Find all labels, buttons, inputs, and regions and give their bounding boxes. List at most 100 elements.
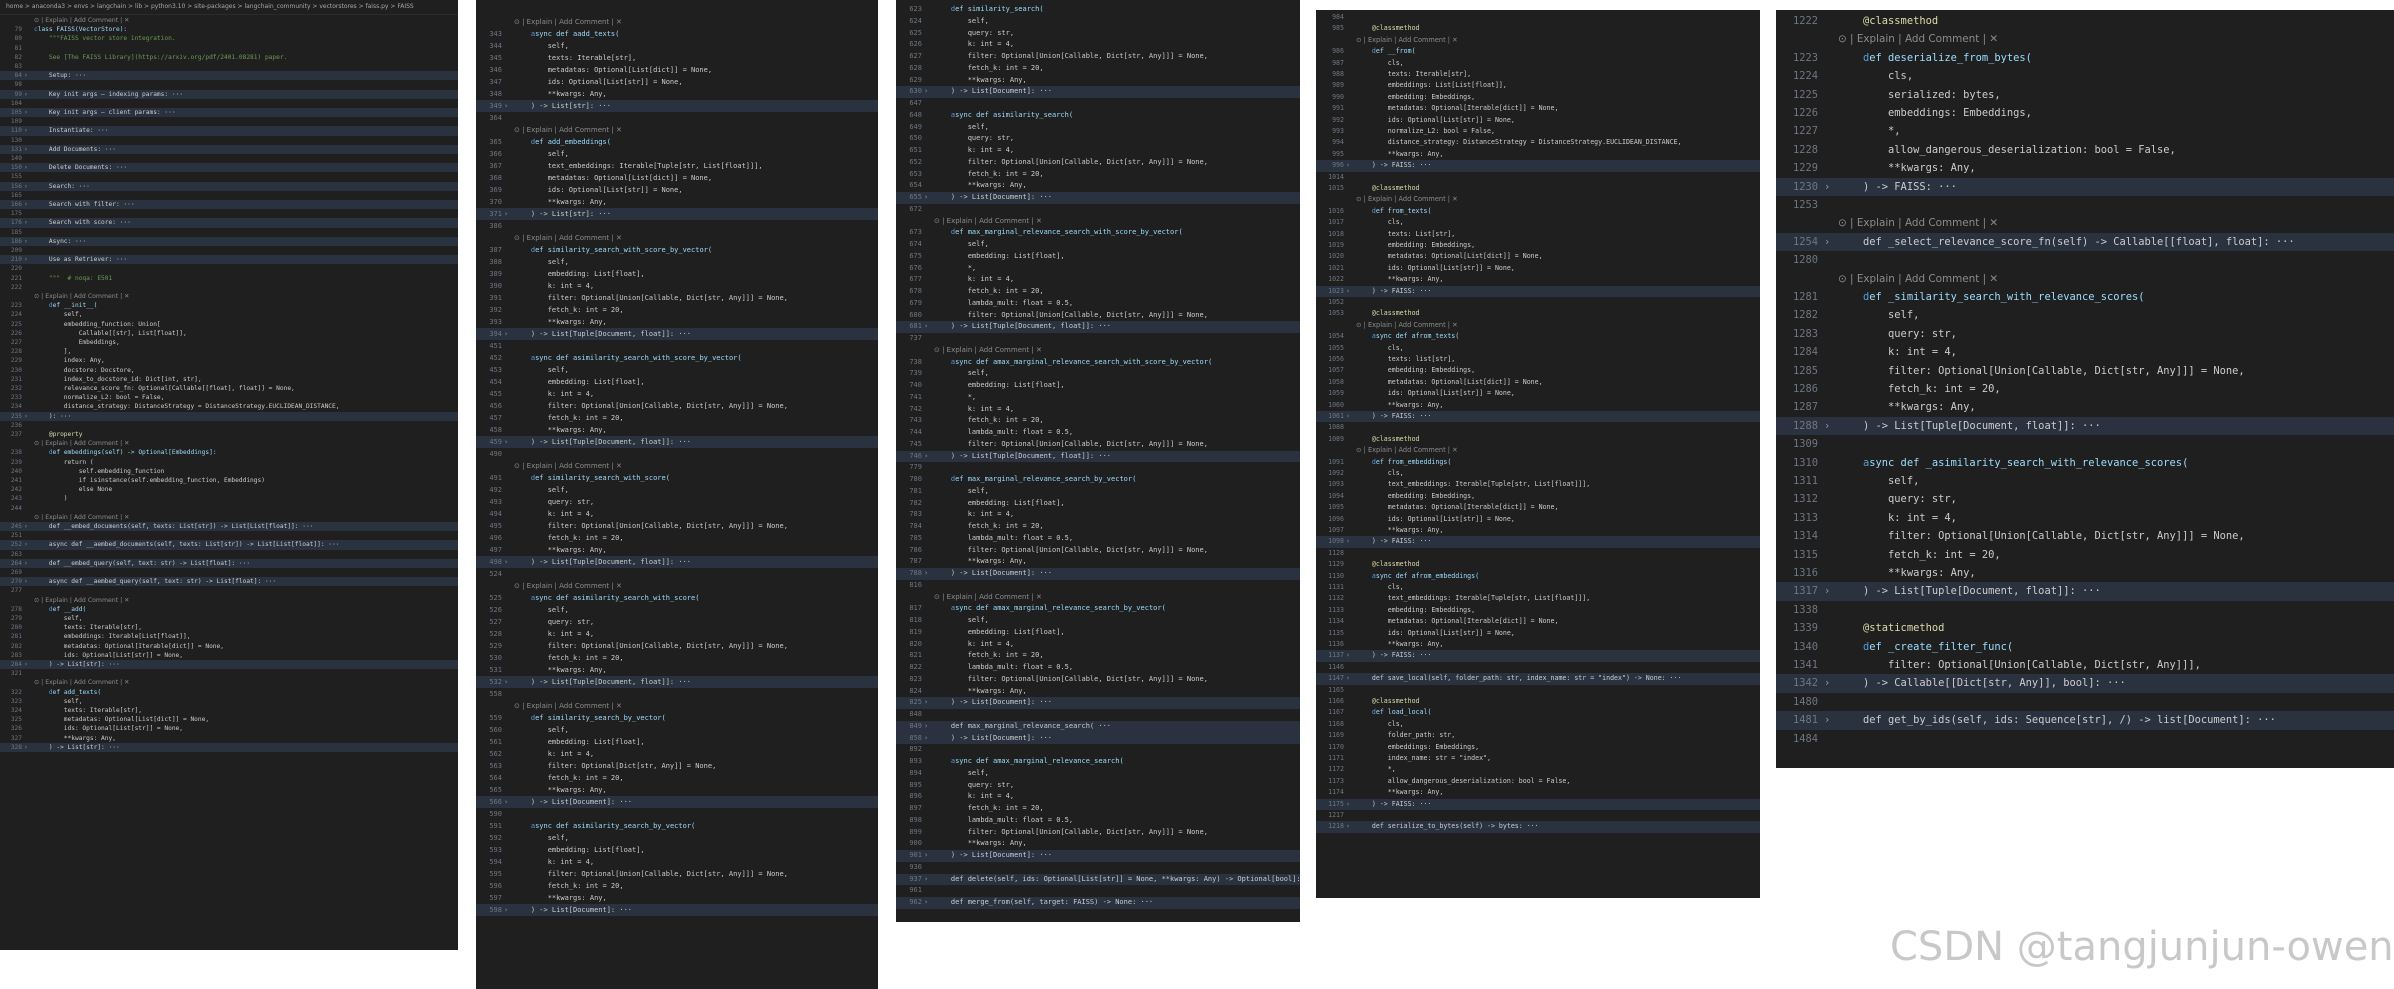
- chevron-right-icon[interactable]: ›: [24, 577, 28, 586]
- folded-code-line[interactable]: 655 › ) -> List[Document]: ···: [896, 192, 1300, 204]
- chevron-right-icon[interactable]: ›: [24, 559, 28, 568]
- codelens-actions[interactable]: ⊙ | Explain | Add Comment | ✕: [896, 216, 1300, 228]
- codelens-actions[interactable]: ⊙ | Explain | Add Comment | ✕: [1776, 270, 2394, 288]
- chevron-right-icon[interactable]: ›: [924, 897, 928, 909]
- chevron-right-icon[interactable]: ›: [504, 100, 508, 112]
- chevron-right-icon[interactable]: ›: [924, 697, 928, 709]
- chevron-right-icon[interactable]: ›: [24, 255, 28, 264]
- chevron-right-icon[interactable]: ›: [504, 796, 508, 808]
- chevron-right-icon[interactable]: ›: [924, 721, 928, 733]
- codelens-actions[interactable]: ⊙ | Explain | Add Comment | ✕: [0, 513, 458, 522]
- folded-code-line[interactable]: 252 › async def __aembed_documents(self, …: [0, 540, 458, 550]
- codelens-actions[interactable]: ⊙ | Explain | Add Comment | ✕: [1316, 445, 1760, 456]
- folded-code-line[interactable]: 349 › ) -> List[str]: ···: [476, 100, 878, 112]
- folded-code-line[interactable]: 210 › Use as Retriever: ···: [0, 255, 458, 265]
- chevron-right-icon[interactable]: ›: [924, 86, 928, 98]
- codelens-actions[interactable]: ⊙ | Explain | Add Comment | ✕: [0, 292, 458, 301]
- folded-code-line[interactable]: 156 › Search: ···: [0, 181, 458, 191]
- codelens-actions[interactable]: ⊙ | Explain | Add Comment | ✕: [1316, 35, 1760, 46]
- chevron-right-icon[interactable]: ›: [24, 145, 28, 154]
- codelens-actions[interactable]: ⊙ | Explain | Add Comment | ✕: [476, 460, 878, 472]
- folded-code-line[interactable]: 825 › ) -> List[Document]: ···: [896, 697, 1300, 709]
- folded-code-line[interactable]: 630 › ) -> List[Document]: ···: [896, 86, 1300, 98]
- chevron-right-icon[interactable]: ›: [24, 660, 28, 669]
- folded-code-line[interactable]: 1254 › def _select_relevance_score_fn(sel…: [1776, 232, 2394, 252]
- chevron-right-icon[interactable]: ›: [24, 237, 28, 246]
- folded-code-line[interactable]: 962 › def merge_from(self, target: FAISS)…: [896, 897, 1300, 909]
- codelens-actions[interactable]: ⊙ | Explain | Add Comment | ✕: [476, 124, 878, 136]
- codelens-actions[interactable]: ⊙ | Explain | Add Comment | ✕: [476, 700, 878, 712]
- chevron-right-icon[interactable]: ›: [24, 182, 28, 191]
- folded-code-line[interactable]: 681 › ) -> List[Tuple[Document, float]]: …: [896, 321, 1300, 333]
- folded-code-line[interactable]: 1481 › def get_by_ids(self, ids: Sequence…: [1776, 711, 2394, 730]
- folded-code-line[interactable]: 532 › ) -> List[Tuple[Document, float]]: …: [476, 676, 878, 688]
- folded-code-line[interactable]: 270 › async def __aembed_query(self, text…: [0, 577, 458, 587]
- folded-code-line[interactable]: 394 › ) -> List[Tuple[Document, float]]: …: [476, 328, 878, 340]
- folded-code-line[interactable]: 1175 › ) -> FAISS: ···: [1316, 798, 1760, 810]
- chevron-right-icon[interactable]: ›: [24, 108, 28, 117]
- folded-code-line[interactable]: 264 › def __embed_query(self, text: str) …: [0, 558, 458, 568]
- chevron-right-icon[interactable]: ›: [24, 71, 28, 80]
- codelens-actions[interactable]: ⊙ | Explain | Add Comment | ✕: [896, 592, 1300, 604]
- folded-code-line[interactable]: 84 › Setup: ···: [0, 71, 458, 81]
- folded-code-line[interactable]: 498 › ) -> List[Tuple[Document, float]]: …: [476, 556, 878, 568]
- chevron-right-icon[interactable]: ›: [504, 904, 508, 916]
- codelens-actions[interactable]: ⊙ | Explain | Add Comment | ✕: [0, 678, 458, 687]
- folded-code-line[interactable]: 1061 › ) -> FAISS: ···: [1316, 411, 1760, 423]
- chevron-right-icon[interactable]: ›: [1346, 536, 1350, 547]
- folded-code-line[interactable]: 1218 › def serialize_to_bytes(self) -> by…: [1316, 821, 1760, 833]
- codelens-actions[interactable]: ⊙ | Explain | Add Comment | ✕: [1316, 194, 1760, 205]
- codelens-actions[interactable]: ⊙ | Explain | Add Comment | ✕: [0, 439, 458, 448]
- chevron-right-icon[interactable]: ›: [924, 568, 928, 580]
- folded-code-line[interactable]: 110 › Instantiate: ···: [0, 126, 458, 136]
- chevron-right-icon[interactable]: ›: [924, 850, 928, 862]
- folded-code-line[interactable]: 131 › Add Documents: ···: [0, 144, 458, 154]
- chevron-right-icon[interactable]: ›: [1346, 673, 1350, 684]
- chevron-right-icon[interactable]: ›: [24, 743, 28, 752]
- folded-code-line[interactable]: 150 › Delete Documents: ···: [0, 163, 458, 173]
- codelens-actions[interactable]: ⊙ | Explain | Add Comment | ✕: [476, 16, 878, 28]
- codelens-actions[interactable]: ⊙ | Explain | Add Comment | ✕: [0, 596, 458, 605]
- chevron-right-icon[interactable]: ›: [1824, 582, 1830, 600]
- folded-code-line[interactable]: 186 › Async: ···: [0, 236, 458, 246]
- codelens-actions[interactable]: ⊙ | Explain | Add Comment | ✕: [1316, 320, 1760, 331]
- folded-code-line[interactable]: 245 › def __embed_documents(self, texts: …: [0, 522, 458, 532]
- folded-code-line[interactable]: 1147 › def save_local(self, folder_path: …: [1316, 673, 1760, 685]
- chevron-right-icon[interactable]: ›: [1346, 160, 1350, 171]
- folded-code-line[interactable]: 858 › ) -> List[Document]: ···: [896, 732, 1300, 745]
- folded-code-line[interactable]: 166 › Search with filter: ···: [0, 200, 458, 210]
- chevron-right-icon[interactable]: ›: [1824, 178, 1830, 196]
- chevron-right-icon[interactable]: ›: [1346, 821, 1350, 832]
- folded-code-line[interactable]: 788 › ) -> List[Document]: ···: [896, 568, 1300, 580]
- folded-code-line[interactable]: 746 › ) -> List[Tuple[Document, float]]: …: [896, 450, 1300, 463]
- folded-code-line[interactable]: 99 › Key init args — indexing params: ···: [0, 89, 458, 99]
- chevron-right-icon[interactable]: ›: [24, 200, 28, 209]
- chevron-right-icon[interactable]: ›: [924, 451, 928, 463]
- chevron-right-icon[interactable]: ›: [504, 208, 508, 220]
- folded-code-line[interactable]: 176 › Search with score: ···: [0, 218, 458, 228]
- folded-code-line[interactable]: 459 › ) -> List[Tuple[Document, float]]: …: [476, 436, 878, 448]
- folded-code-line[interactable]: 1230 › ) -> FAISS: ···: [1776, 177, 2394, 196]
- chevron-right-icon[interactable]: ›: [24, 163, 28, 172]
- chevron-right-icon[interactable]: ›: [1346, 411, 1350, 422]
- chevron-right-icon[interactable]: ›: [1824, 674, 1830, 692]
- chevron-right-icon[interactable]: ›: [24, 90, 28, 99]
- folded-code-line[interactable]: 235 › ): ···: [0, 411, 458, 421]
- chevron-right-icon[interactable]: ›: [24, 218, 28, 227]
- codelens-actions[interactable]: ⊙ | Explain | Add Comment | ✕: [476, 232, 878, 244]
- chevron-right-icon[interactable]: ›: [924, 321, 928, 333]
- chevron-right-icon[interactable]: ›: [1346, 650, 1350, 661]
- chevron-right-icon[interactable]: ›: [1824, 711, 1830, 729]
- folded-code-line[interactable]: 566 › ) -> List[Document]: ···: [476, 796, 878, 808]
- folded-code-line[interactable]: 996 › ) -> FAISS: ···: [1316, 160, 1760, 172]
- chevron-right-icon[interactable]: ›: [1824, 417, 1830, 435]
- folded-code-line[interactable]: 1317 › ) -> List[Tuple[Document, float]]:…: [1776, 582, 2394, 601]
- folded-code-line[interactable]: 371 › ) -> List[str]: ···: [476, 208, 878, 220]
- folded-code-line[interactable]: 105 › Key init args — client params: ···: [0, 108, 458, 118]
- folded-code-line[interactable]: 328 › ) -> List[str]: ···: [0, 742, 458, 752]
- codelens-actions[interactable]: ⊙ | Explain | Add Comment | ✕: [0, 16, 458, 25]
- chevron-right-icon[interactable]: ›: [924, 733, 928, 745]
- folded-code-line[interactable]: 284 › ) -> List[str]: ···: [0, 660, 458, 670]
- folded-code-line[interactable]: 849 › def max_marginal_relevance_search( …: [896, 720, 1300, 733]
- chevron-right-icon[interactable]: ›: [1824, 233, 1830, 251]
